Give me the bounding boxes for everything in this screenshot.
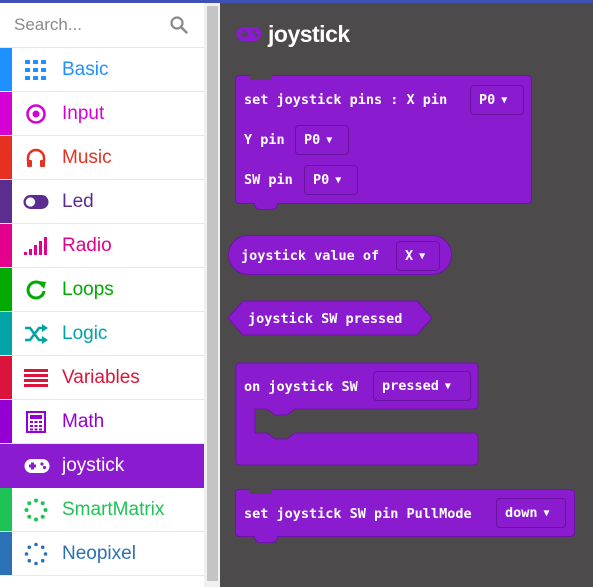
dropdown-value: P0 [479,92,496,108]
category-joystick[interactable]: joystick [0,444,204,488]
set-joystick-pins-block[interactable]: set joystick pins : X pin P0 ▼ Y pin P0 ▼ … [235,75,532,204]
y-pin-dropdown[interactable]: P0 ▼ [295,125,349,155]
gamepad-icon [24,455,50,477]
block-text: set joystick SW pin PullMode [244,506,472,522]
category-label: Radio [62,235,112,256]
block-text: joystick SW pressed [248,311,403,327]
dotted-circle-icon [23,542,49,566]
category-math[interactable]: Math [0,400,204,444]
dropdown-arrow-icon: ▼ [543,507,550,519]
category-stripe [0,400,12,443]
block-notch [250,75,272,80]
dropdown-arrow-icon: ▼ [326,134,333,146]
dropdown-value: X [405,248,414,264]
category-stripe [0,268,12,311]
category-stripe [0,136,12,179]
block-text: on joystick SW [244,379,358,395]
search-bar [0,3,204,48]
category-stripe [0,356,12,399]
category-stripe [0,180,12,223]
category-label: joystick [62,455,125,476]
category-stripe [0,532,12,575]
category-stripe [0,488,12,531]
category-label: Input [62,103,105,124]
search-input[interactable] [12,11,166,39]
category-music[interactable]: Music [0,136,204,180]
flyout-title: joystick [236,20,350,48]
dotted-circle-icon [23,498,49,522]
dropdown-arrow-icon: ▼ [444,380,451,392]
grid-icon [23,59,49,81]
category-label: Led [62,191,94,212]
block-tab [254,203,278,210]
block-text: joystick value of [241,248,380,264]
toggle-icon [23,191,49,213]
dropdown-arrow-icon: ▼ [419,250,426,262]
category-basic[interactable]: Basic [0,48,204,92]
dropdown-value: P0 [313,172,330,188]
category-radio[interactable]: Radio [0,224,204,268]
category-smartmatrix[interactable]: SmartMatrix [0,488,204,532]
block-tab [254,536,278,543]
dropdown-value: P0 [304,132,321,148]
dropdown-value: down [505,505,538,521]
search-icon[interactable] [170,16,188,34]
calculator-icon [23,411,49,433]
sw-state-dropdown[interactable]: pressed ▼ [373,371,471,401]
category-stripe [0,48,12,91]
category-input[interactable]: Input [0,92,204,136]
set-pullmode-block[interactable]: set joystick SW pin PullMode down ▼ [235,489,575,537]
x-pin-dropdown[interactable]: P0 ▼ [470,85,524,115]
category-label: SmartMatrix [62,499,165,520]
category-label: Basic [62,59,109,80]
toolbox: Basic Input Music [0,3,204,587]
category-label: Math [62,411,105,432]
flyout-title-text: joystick [268,20,350,47]
category-loops[interactable]: Loops [0,268,204,312]
block-text: SW pin [244,172,293,188]
joystick-value-of-block[interactable]: joystick value of X ▼ [228,235,452,275]
shuffle-icon [23,323,49,345]
dropdown-arrow-icon: ▼ [335,174,342,186]
lines-icon [23,367,49,389]
block-text: set joystick pins : X pin [244,92,448,108]
pullmode-dropdown[interactable]: down ▼ [496,498,566,528]
category-list: Basic Input Music Led Radio Loops Logic … [0,48,204,576]
refresh-icon [23,279,49,301]
headphones-icon [23,147,49,169]
category-label: Loops [62,279,114,300]
category-stripe [0,224,12,267]
category-label: Variables [62,367,140,388]
block-text: Y pin [244,132,285,148]
dropdown-value: pressed [382,378,439,394]
category-variables[interactable]: Variables [0,356,204,400]
category-label: Logic [62,323,108,344]
category-logic[interactable]: Logic [0,312,204,356]
target-icon [23,103,49,125]
category-led[interactable]: Led [0,180,204,224]
category-neopixel[interactable]: Neopixel [0,532,204,576]
axis-dropdown[interactable]: X ▼ [396,241,440,271]
category-stripe [0,312,12,355]
gamepad-icon [236,27,262,41]
signal-bars-icon [23,235,49,257]
category-label: Music [62,147,112,168]
category-label: Neopixel [62,543,136,564]
toolbox-scrollbar-thumb[interactable] [207,6,218,581]
category-stripe [0,92,12,135]
sw-pin-dropdown[interactable]: P0 ▼ [304,165,358,195]
dropdown-arrow-icon: ▼ [501,94,508,106]
block-notch [250,489,272,494]
